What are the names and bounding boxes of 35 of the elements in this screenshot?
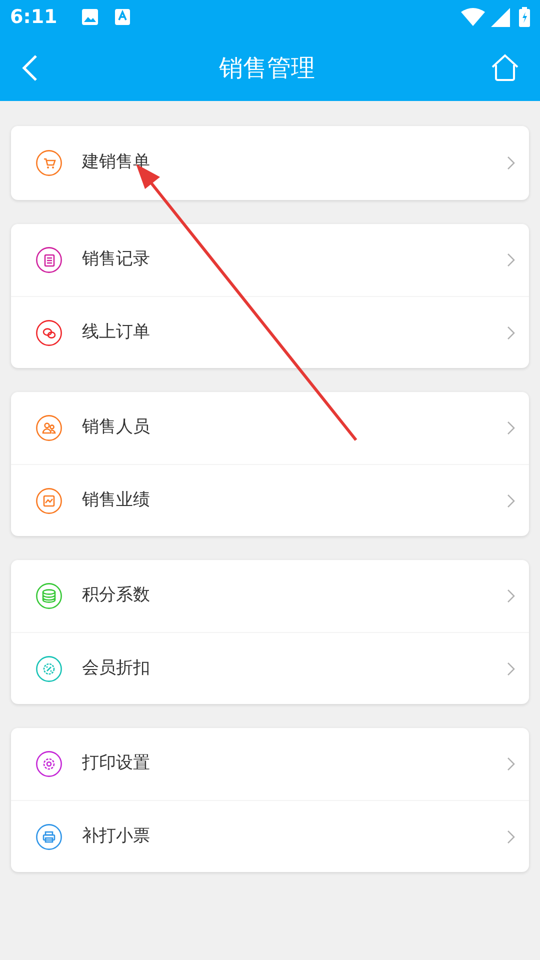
page-title: 销售管理 — [219, 52, 315, 84]
menu-label: 销售记录 — [82, 248, 151, 272]
status-time: 6:11 — [10, 4, 58, 30]
menu-label: 打印设置 — [82, 752, 151, 776]
chevron-icon — [507, 156, 515, 170]
menu-item[interactable]: 销售业绩 — [11, 464, 529, 536]
menu-label: 线上订单 — [82, 320, 151, 344]
home-button[interactable] — [490, 52, 520, 82]
menu-item[interactable]: 补打小票 — [11, 800, 529, 872]
wifi-icon — [461, 7, 485, 27]
menu-item[interactable]: 线上订单 — [11, 296, 529, 368]
menu-label: 补打小票 — [82, 824, 151, 848]
chevron-icon — [507, 589, 515, 603]
menu-label: 销售业绩 — [82, 488, 151, 512]
chevron-icon — [507, 757, 515, 771]
chevron-icon — [507, 253, 515, 267]
menu-label: 会员折扣 — [82, 656, 151, 680]
signal-icon — [491, 8, 510, 26]
menu-item[interactable]: 会员折扣 — [11, 632, 529, 704]
menu-item[interactable]: 积分系数 — [11, 560, 529, 632]
menu-item[interactable]: 打印设置 — [11, 728, 529, 800]
image-icon — [81, 8, 100, 26]
menu-item[interactable]: 销售记录 — [11, 224, 529, 296]
chevron-icon — [507, 421, 515, 435]
font-icon — [115, 9, 130, 25]
menu-item[interactable]: 建销售单 — [11, 126, 529, 200]
chevron-icon — [507, 662, 515, 676]
menu-label: 建销售单 — [82, 151, 151, 174]
chevron-icon — [507, 830, 515, 844]
menu-label: 积分系数 — [82, 584, 151, 608]
menu-item[interactable]: 销售人员 — [11, 392, 529, 464]
battery-icon — [519, 7, 530, 27]
menu-label: 销售人员 — [82, 416, 151, 440]
chevron-icon — [507, 326, 515, 340]
chevron-icon — [507, 494, 515, 508]
